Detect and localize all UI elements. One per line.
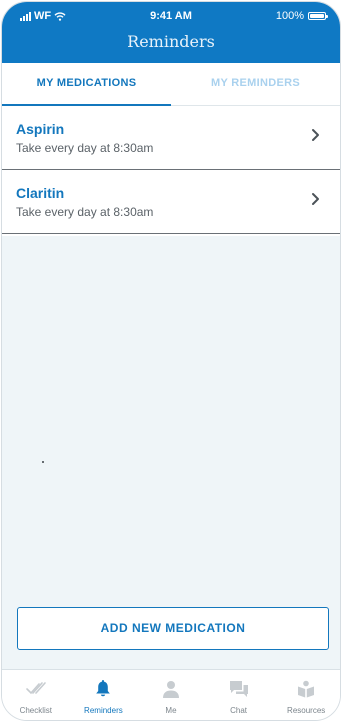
tab-bar: MY MEDICATIONS MY REMINDERS (2, 63, 340, 106)
medication-name: Aspirin (16, 121, 65, 137)
person-icon (162, 681, 179, 698)
battery-percent: 100% (275, 10, 304, 22)
bell-icon (96, 680, 111, 697)
nav-label: Reminders (84, 706, 123, 715)
stray-dot (42, 461, 44, 463)
nav-item-me[interactable]: Me (137, 670, 205, 720)
medication-item-claritin[interactable]: Claritin Take every day at 8:30am (2, 170, 340, 234)
nav-item-resources[interactable]: Resources (272, 670, 340, 720)
nav-item-chat[interactable]: Chat (205, 670, 273, 720)
status-right: 100% (275, 10, 328, 22)
chevron-right-icon (312, 129, 319, 141)
nav-label: Chat (230, 706, 248, 715)
book-reader-icon (298, 680, 315, 698)
status-bar: WF 9:41 AM 100% (2, 8, 340, 24)
add-new-medication-button[interactable]: ADD NEW MEDICATION (17, 607, 329, 650)
battery-icon (308, 12, 328, 20)
nav-label: Resources (287, 706, 326, 715)
medication-name: Claritin (16, 185, 65, 201)
medication-item-aspirin[interactable]: Aspirin Take every day at 8:30am (2, 106, 340, 170)
bottom-nav: Checklist Reminders Me Chat Resources (2, 669, 340, 720)
chevron-right-icon (312, 193, 319, 205)
tab-my-reminders[interactable]: MY REMINDERS (171, 63, 340, 105)
double-check-icon (25, 682, 46, 695)
medication-list: Aspirin Take every day at 8:30am Clariti… (2, 106, 340, 234)
empty-content-area (2, 236, 340, 669)
nav-label: Checklist (19, 706, 53, 715)
nav-item-checklist[interactable]: Checklist (2, 670, 70, 720)
page-title: Reminders (127, 32, 215, 51)
nav-item-reminders[interactable]: Reminders (70, 670, 138, 720)
chat-bubbles-icon (229, 681, 248, 697)
nav-label: Me (165, 706, 177, 715)
medication-schedule: Take every day at 8:30am (16, 141, 154, 155)
tab-my-medications[interactable]: MY MEDICATIONS (2, 63, 171, 106)
app-header: WF 9:41 AM 100% Reminders (2, 2, 340, 63)
phone-frame: WF 9:41 AM 100% Reminders MY MEDICATIONS… (1, 1, 341, 721)
medication-schedule: Take every day at 8:30am (16, 205, 154, 219)
